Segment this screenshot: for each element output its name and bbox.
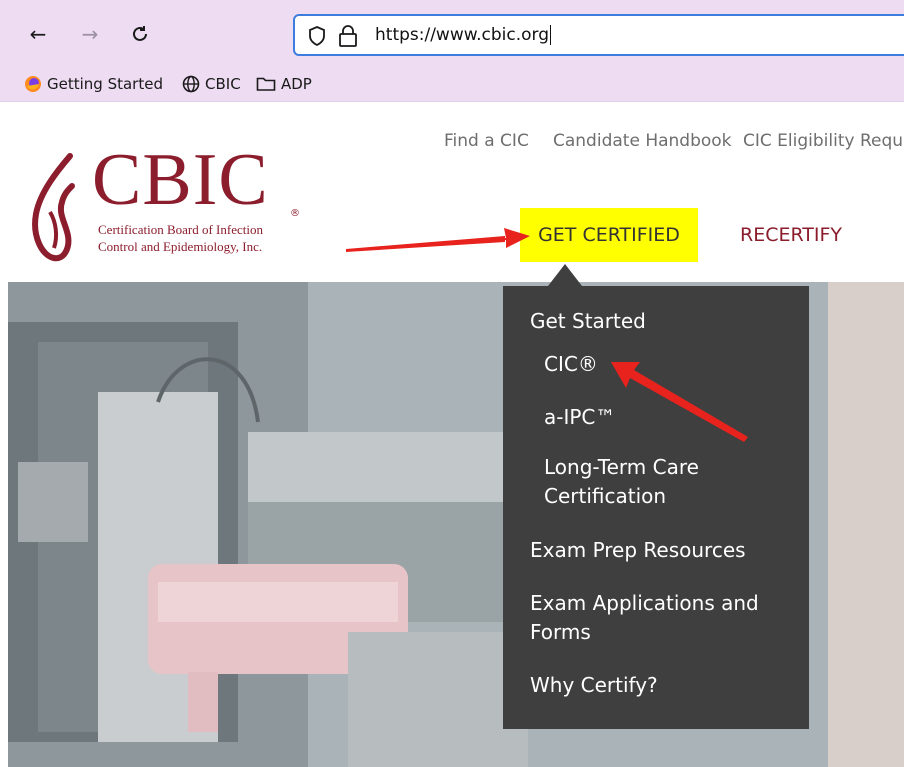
logo-registered: ® — [290, 208, 300, 219]
menu-exam-applications-line2[interactable]: Forms — [530, 618, 591, 647]
nav-recertify[interactable]: RECERTIFY — [740, 208, 842, 262]
menu-a-ipc[interactable]: a-IPC™ — [544, 403, 615, 432]
forward-arrow-icon[interactable]: → — [78, 22, 102, 46]
arrow-to-get-certified-icon — [346, 228, 530, 252]
find-a-cic-link[interactable]: Find a CIC — [444, 131, 529, 151]
bookmark-cbic[interactable]: CBIC — [182, 72, 241, 96]
menu-get-started[interactable]: Get Started — [530, 307, 646, 336]
cbic-logo[interactable]: CBIC ® Certification Board of Infection … — [28, 139, 308, 262]
globe-icon — [182, 75, 200, 93]
back-arrow-icon[interactable]: ← — [26, 22, 50, 46]
reload-icon[interactable] — [128, 22, 152, 46]
url-text[interactable]: https://www.cbic.org — [375, 25, 551, 45]
url-bar[interactable]: https://www.cbic.org — [293, 14, 904, 56]
tracking-shield-icon[interactable] — [307, 25, 327, 51]
logo-wordmark: CBIC — [92, 139, 269, 221]
folder-icon — [256, 76, 276, 92]
ribbon-logo-icon — [32, 153, 75, 262]
nav-get-certified[interactable]: GET CERTIFIED — [520, 208, 698, 262]
cic-eligibility-link[interactable]: CIC Eligibility Requ — [743, 131, 903, 151]
menu-long-term-care-line2[interactable]: Certification — [544, 482, 666, 511]
firefox-icon — [24, 75, 42, 93]
bookmark-getting-started[interactable]: Getting Started — [24, 72, 163, 96]
menu-why-certify[interactable]: Why Certify? — [530, 671, 658, 700]
lock-icon[interactable] — [337, 24, 359, 52]
logo-subtitle-2: Control and Epidemiology, Inc. — [98, 239, 263, 254]
dropdown-pointer — [548, 264, 582, 286]
menu-cic[interactable]: CIC® — [544, 350, 598, 379]
menu-exam-prep-resources[interactable]: Exam Prep Resources — [530, 536, 746, 565]
candidate-handbook-link[interactable]: Candidate Handbook — [553, 131, 732, 151]
bookmark-adp[interactable]: ADP — [256, 72, 312, 96]
menu-exam-applications-line1[interactable]: Exam Applications and — [530, 589, 759, 618]
menu-long-term-care-line1[interactable]: Long-Term Care — [544, 453, 699, 482]
logo-subtitle-1: Certification Board of Infection — [98, 222, 263, 237]
